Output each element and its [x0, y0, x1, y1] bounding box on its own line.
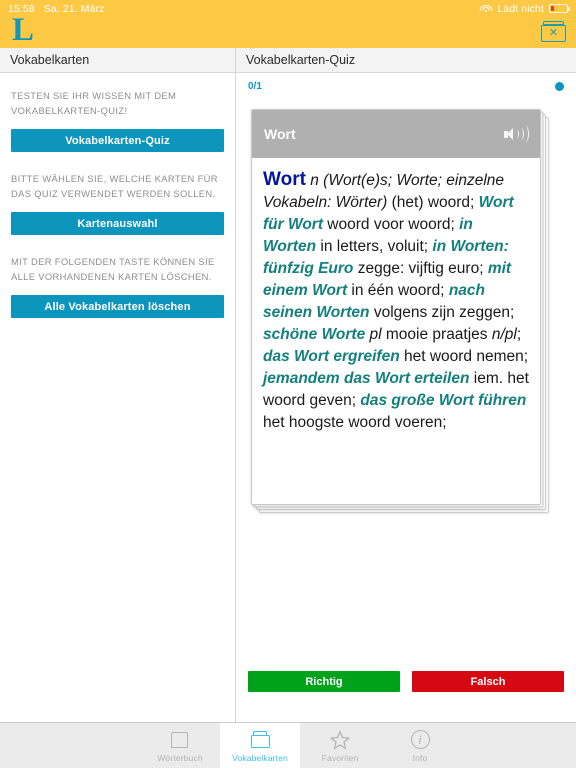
entry-translation-1: (het) woord; — [391, 194, 479, 211]
entry-phrase-7-de: das Wort ergreifen — [263, 348, 400, 365]
quiz-page-indicator-dot[interactable] — [555, 81, 564, 91]
flashcard[interactable]: Wort Wort n (Wort(e)s; Worte; einzelne V… — [251, 109, 541, 505]
answer-correct-button[interactable]: Richtig — [248, 671, 400, 692]
flashcard-area: Wort Wort n (Wort(e)s; Worte; einzelne V… — [236, 99, 576, 722]
main-content: Vokabelkarten TESTEN SIE IHR WISSEN MIT … — [0, 48, 576, 722]
kartenauswahl-button[interactable]: Kartenauswahl — [11, 212, 224, 235]
entry-phrase-9-nl: het hoogste woord voeren; — [263, 414, 447, 431]
entry-phrase-6-gram-b: n/pl — [491, 326, 517, 343]
flashcard-entry-text: Wort n (Wort(e)s; Worte; einzelne Vokabe… — [252, 158, 540, 504]
entry-phrase-6-de: schöne Worte — [263, 326, 366, 343]
left-pane: Vokabelkarten TESTEN SIE IHR WISSEN MIT … — [0, 48, 236, 722]
tab-vokabelkarten[interactable]: Vokabelkarten — [220, 723, 300, 768]
entry-phrase-3-nl: zegge: vijftig euro; — [353, 260, 488, 277]
tab-favoriten-label: Favoriten — [321, 752, 359, 763]
answer-buttons: Richtig Falsch — [248, 671, 564, 692]
entry-phrase-6-gram: pl — [365, 326, 382, 343]
tab-woerterbuch-label: Wörterbuch — [157, 752, 203, 763]
left-pane-body: TESTEN SIE IHR WISSEN MIT DEM VOKABELKAR… — [0, 73, 235, 318]
flashcard-header: Wort — [252, 110, 540, 158]
right-pane-title: Vokabelkarten-Quiz — [236, 48, 576, 73]
answer-wrong-button[interactable]: Falsch — [412, 671, 564, 692]
status-bar: 15:58 Sa. 21. März Lädt nicht — [0, 0, 576, 17]
bottom-tab-bar: Wörterbuch Vokabelkarten Favoriten i Inf… — [0, 722, 576, 768]
delete-hint-text: MIT DER FOLGENDEN TASTE KÖNNEN SIE ALLE … — [11, 256, 215, 282]
wifi-icon — [479, 4, 493, 14]
entry-phrase-5-nl: volgens zijn zeggen; — [369, 304, 515, 321]
entry-phrase-8-de: jemandem das Wort erteilen — [263, 370, 470, 387]
cards-icon — [249, 729, 271, 751]
entry-phrase-7-nl: het woord nemen; — [399, 348, 529, 365]
entry-phrase-6-nl-c: ; — [516, 326, 522, 343]
quiz-hint-text: TESTEN SIE IHR WISSEN MIT DEM VOKABELKAR… — [11, 90, 177, 116]
flashcard-header-title: Wort — [264, 126, 296, 142]
app-header-bar: L ✕ — [0, 12, 576, 48]
tab-vokabelkarten-label: Vokabelkarten — [232, 752, 288, 763]
status-right-group: Lädt nicht — [479, 2, 570, 15]
entry-phrase-6-nl: mooie praatjes — [381, 326, 492, 343]
card-delete-icon-glyph: ✕ — [541, 25, 566, 42]
tab-info[interactable]: i Info — [380, 723, 460, 768]
right-pane: Vokabelkarten-Quiz 0/1 Wort Wort n (Wort… — [236, 48, 576, 722]
battery-icon — [549, 4, 570, 13]
flashcard-stack[interactable]: Wort Wort n (Wort(e)s; Worte; einzelne V… — [251, 109, 549, 513]
left-pane-title: Vokabelkarten — [0, 48, 235, 73]
vokabelkarten-quiz-button[interactable]: Vokabelkarten-Quiz — [11, 129, 224, 152]
delete-all-cards-button[interactable]: Alle Vokabelkarten löschen — [11, 295, 224, 318]
tab-info-label: Info — [412, 752, 428, 763]
quiz-counter: 0/1 — [248, 80, 262, 92]
battery-status-label: Lädt nicht — [497, 2, 544, 15]
entry-headword: Wort — [263, 169, 306, 190]
status-date: Sa. 21. März — [43, 2, 105, 15]
tab-woerterbuch[interactable]: Wörterbuch — [140, 723, 220, 768]
entry-phrase-4-nl: in één woord; — [347, 282, 449, 299]
info-icon: i — [409, 729, 431, 751]
speaker-icon[interactable] — [504, 126, 529, 143]
card-selection-hint-text: BITTE WÄHLEN SIE, WELCHE KARTEN FÜR DAS … — [11, 173, 218, 199]
quiz-progress-bar: 0/1 — [236, 73, 576, 99]
card-delete-icon[interactable]: ✕ — [541, 21, 566, 42]
entry-phrase-1-nl: woord voor woord; — [322, 216, 460, 233]
book-icon — [169, 729, 191, 751]
app-logo: L — [12, 12, 35, 48]
entry-phrase-2-nl: in letters, voluit; — [316, 238, 433, 255]
tab-favoriten[interactable]: Favoriten — [300, 723, 380, 768]
app-screen: 15:58 Sa. 21. März Lädt nicht L ✕ Vokabe… — [0, 0, 576, 768]
entry-phrase-9-de: das große Wort führen — [360, 392, 527, 409]
star-icon — [329, 729, 351, 751]
